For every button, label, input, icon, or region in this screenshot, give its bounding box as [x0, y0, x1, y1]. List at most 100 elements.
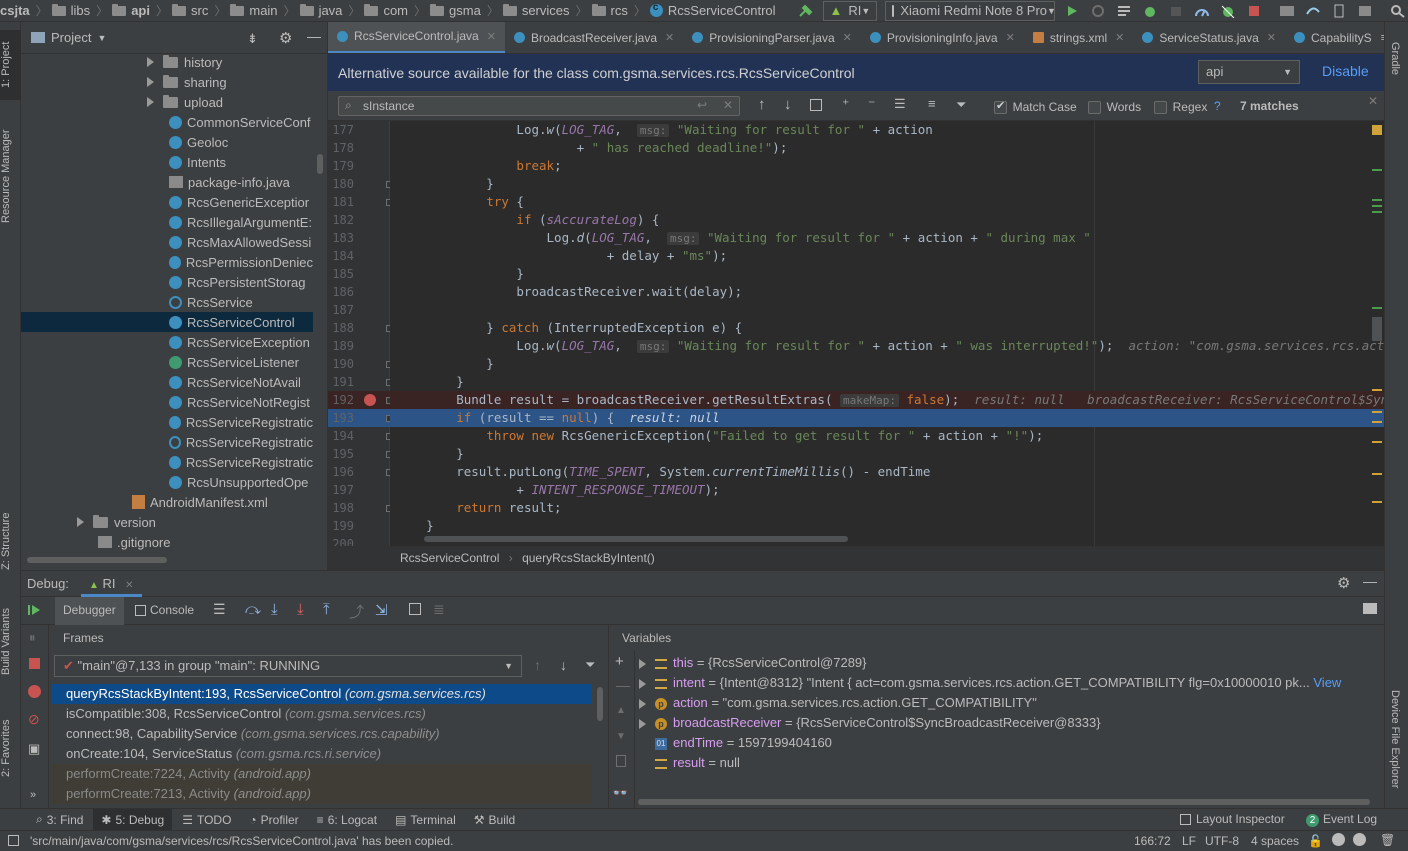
inspection-face-icon[interactable]: [1332, 833, 1345, 846]
debug-icon[interactable]: [1142, 4, 1158, 18]
device-file-explorer-tab[interactable]: Device File Explorer: [1389, 690, 1401, 788]
add-occurrence-icon[interactable]: ⁺: [842, 96, 849, 113]
minimize-icon[interactable]: —: [1363, 573, 1377, 589]
crumb-rcs[interactable]: rcs 〉: [588, 2, 646, 19]
minimize-icon[interactable]: —: [307, 28, 321, 44]
lock-icon[interactable]: 🔓: [1308, 834, 1323, 848]
tool-window-terminal[interactable]: ▤ Terminal: [387, 809, 464, 831]
crumb-main[interactable]: main 〉: [226, 2, 296, 19]
crumb-api[interactable]: api 〉: [108, 2, 168, 19]
device-select[interactable]: Xiaomi Redmi Note 8 Pro ▼: [885, 0, 1056, 21]
debug-attach-icon[interactable]: [1220, 4, 1236, 18]
tool-window-find[interactable]: ⌕ 3: Find: [28, 809, 91, 831]
variable-row[interactable]: intent = {Intent@8312} "Intent { act=com…: [639, 673, 1389, 693]
close-find-icon[interactable]: ✕: [1368, 94, 1378, 108]
tool-window-build[interactable]: ⚒ Build: [466, 809, 523, 831]
project-structure-icon[interactable]: [1279, 4, 1295, 18]
tree-item[interactable]: RcsPermissionDeniec: [21, 252, 313, 272]
tree-item[interactable]: RcsServiceRegistratic: [21, 452, 313, 472]
gear-icon[interactable]: ⚙: [279, 29, 292, 47]
step-into-icon[interactable]: ⤓: [271, 601, 278, 618]
close-tab-icon[interactable]: ✕: [665, 31, 674, 44]
filter-icon[interactable]: ⏷: [585, 657, 595, 673]
build-variants-tab[interactable]: Build Variants: [0, 602, 21, 680]
camera-icon[interactable]: ▣: [28, 741, 40, 757]
view-link[interactable]: View: [1313, 675, 1341, 690]
run-config-select[interactable]: ▲ RI ▼: [822, 0, 878, 21]
crumb-src[interactable]: src 〉: [168, 2, 226, 19]
resource-manager-tab[interactable]: Resource Manager: [0, 118, 21, 234]
crumb-class[interactable]: RcsServiceControl: [646, 2, 776, 18]
editor-tab[interactable]: ProvisioningInfo.java ✕: [861, 22, 1024, 53]
disable-link[interactable]: Disable: [1322, 63, 1369, 79]
stack-frame[interactable]: connect:98, CapabilityService (com.gsma.…: [52, 724, 592, 744]
editor-gutter[interactable]: 177 178 179 180 181 182 183 184 185 186 187 188 189 1…: [328, 121, 393, 551]
editor-tab[interactable]: ProvisioningParser.java ✕: [683, 22, 861, 53]
select-all-occurrences-icon[interactable]: [810, 99, 822, 111]
tree-item[interactable]: package-info.java: [21, 172, 313, 192]
breadcrumb-method[interactable]: queryRcsStackByIntent(): [522, 551, 655, 565]
caret-position[interactable]: 166:72: [1134, 834, 1171, 848]
layout-menu-icon[interactable]: ☰: [213, 601, 226, 618]
select-all-icon[interactable]: ☰: [894, 96, 906, 112]
tree-item[interactable]: upload: [21, 92, 313, 112]
close-tab-icon[interactable]: ✕: [1267, 31, 1276, 44]
tree-item[interactable]: history: [21, 52, 313, 72]
words-checkbox[interactable]: Words: [1088, 99, 1141, 115]
frame-up-icon[interactable]: ↑: [534, 657, 541, 673]
collapse-all-icon[interactable]: ⇟: [247, 31, 258, 47]
crumb-libs[interactable]: libs 〉: [48, 2, 108, 19]
code-editor[interactable]: Log.w(LOG_TAG, msg: "Waiting for result …: [390, 121, 1384, 546]
expand-arrow-icon[interactable]: [147, 57, 154, 67]
evaluate-expression-icon[interactable]: [409, 603, 421, 615]
project-tool-tab[interactable]: 1: Project: [0, 30, 21, 100]
frames-scrollbar-thumb[interactable]: [597, 687, 603, 721]
resume-icon[interactable]: [27, 603, 41, 620]
variable-row[interactable]: result = null: [639, 753, 740, 773]
variable-row[interactable]: this = {RcsServiceControl@7289}: [639, 653, 867, 673]
regex-help-icon[interactable]: ?: [1214, 99, 1221, 113]
next-occurrence-icon[interactable]: ↓: [784, 96, 792, 113]
rerun-icon[interactable]: [1090, 4, 1106, 18]
force-step-into-icon[interactable]: ⤓: [297, 601, 304, 618]
remove-occurrence-icon[interactable]: ⁻: [868, 96, 875, 113]
glasses-icon[interactable]: 👓: [612, 785, 628, 801]
attach-debugger-icon[interactable]: [1168, 4, 1184, 18]
breadcrumb-class[interactable]: RcsServiceControl: [400, 551, 499, 565]
expand-arrow-icon[interactable]: [77, 517, 84, 527]
tree-horizontal-scrollbar[interactable]: [27, 557, 167, 563]
move-down-icon[interactable]: ▼: [616, 731, 626, 742]
match-case-checkbox[interactable]: Match Case: [994, 99, 1077, 115]
tree-item[interactable]: .gitignore: [21, 532, 313, 552]
sync-gradle-icon[interactable]: [1305, 4, 1321, 18]
expand-arrow-icon[interactable]: [639, 718, 646, 729]
previous-occurrence-icon[interactable]: ↑: [758, 96, 766, 113]
variable-row[interactable]: p action = "com.gsma.services.rcs.action.…: [639, 693, 1037, 713]
stack-frame[interactable]: queryRcsStackByIntent:193, RcsServiceCon…: [52, 684, 592, 704]
profiler-icon[interactable]: [1194, 4, 1210, 18]
tree-item[interactable]: RcsServiceListener: [21, 352, 313, 372]
search-input[interactable]: ⌕ sInstance ↩ ✕: [338, 96, 740, 116]
stack-frame[interactable]: performCreate:7224, Activity (android.ap…: [52, 764, 592, 784]
console-tab[interactable]: Console: [135, 603, 194, 617]
regex-checkbox[interactable]: Regex: [1154, 99, 1207, 115]
tree-item[interactable]: RcsServiceNotAvail: [21, 372, 313, 392]
tool-window-logcat[interactable]: ≡ 6: Logcat: [309, 809, 385, 831]
thread-select[interactable]: ✔ "main"@7,133 in group "main": RUNNING …: [54, 655, 522, 677]
variable-row[interactable]: p broadcastReceiver = {RcsServiceControl$…: [639, 713, 1101, 733]
line-separator[interactable]: LF: [1182, 834, 1196, 848]
source-select[interactable]: api ▼: [1198, 60, 1300, 84]
tree-item[interactable]: RcsPersistentStorag: [21, 272, 313, 292]
step-over-icon[interactable]: ⤼: [245, 601, 261, 618]
replace-history-icon[interactable]: ↩: [697, 98, 707, 112]
drop-frame-icon[interactable]: ⤴: [349, 601, 364, 622]
structure-tab[interactable]: Z: Structure: [0, 506, 21, 576]
step-out-icon[interactable]: ⤒: [323, 601, 330, 618]
tree-item[interactable]: CommonServiceConf: [21, 112, 313, 132]
add-watch-icon[interactable]: +: [615, 653, 624, 670]
tree-item[interactable]: RcsMaxAllowedSessi: [21, 232, 313, 252]
close-tab-icon[interactable]: ✕: [1115, 31, 1124, 44]
sdk-manager-icon[interactable]: [1357, 4, 1373, 18]
hammer-icon[interactable]: [798, 4, 814, 18]
pause-icon[interactable]: ⏸: [29, 630, 36, 646]
